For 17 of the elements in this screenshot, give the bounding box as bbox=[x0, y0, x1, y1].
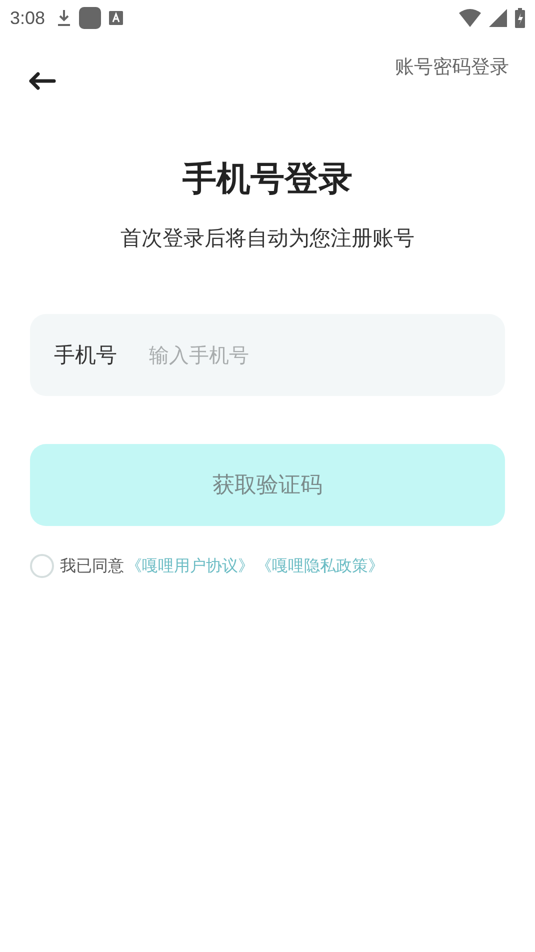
page-title: 手机号登录 bbox=[182, 158, 354, 201]
phone-input-field[interactable]: 输入手机号 bbox=[147, 342, 481, 368]
app-icon bbox=[79, 7, 102, 29]
signal-icon bbox=[489, 9, 507, 27]
password-login-link[interactable]: 账号密码登录 bbox=[395, 54, 509, 80]
agreement-text: 我已同意 bbox=[60, 556, 124, 576]
subtitle: 首次登录后将自动为您注册账号 bbox=[120, 225, 416, 252]
status-time: 3:08 bbox=[10, 8, 46, 28]
battery-icon bbox=[515, 8, 525, 28]
download-icon bbox=[57, 9, 72, 27]
phone-label: 手机号 bbox=[54, 342, 117, 369]
back-arrow-icon[interactable] bbox=[28, 72, 56, 90]
agreement-checkbox[interactable] bbox=[30, 554, 54, 578]
policy-link[interactable]: 《嘎哩隐私政策》 bbox=[256, 556, 384, 576]
policy-link[interactable]: 《嘎哩用户协议》 bbox=[126, 556, 254, 576]
font-icon bbox=[109, 11, 124, 25]
wifi-icon bbox=[459, 9, 481, 27]
